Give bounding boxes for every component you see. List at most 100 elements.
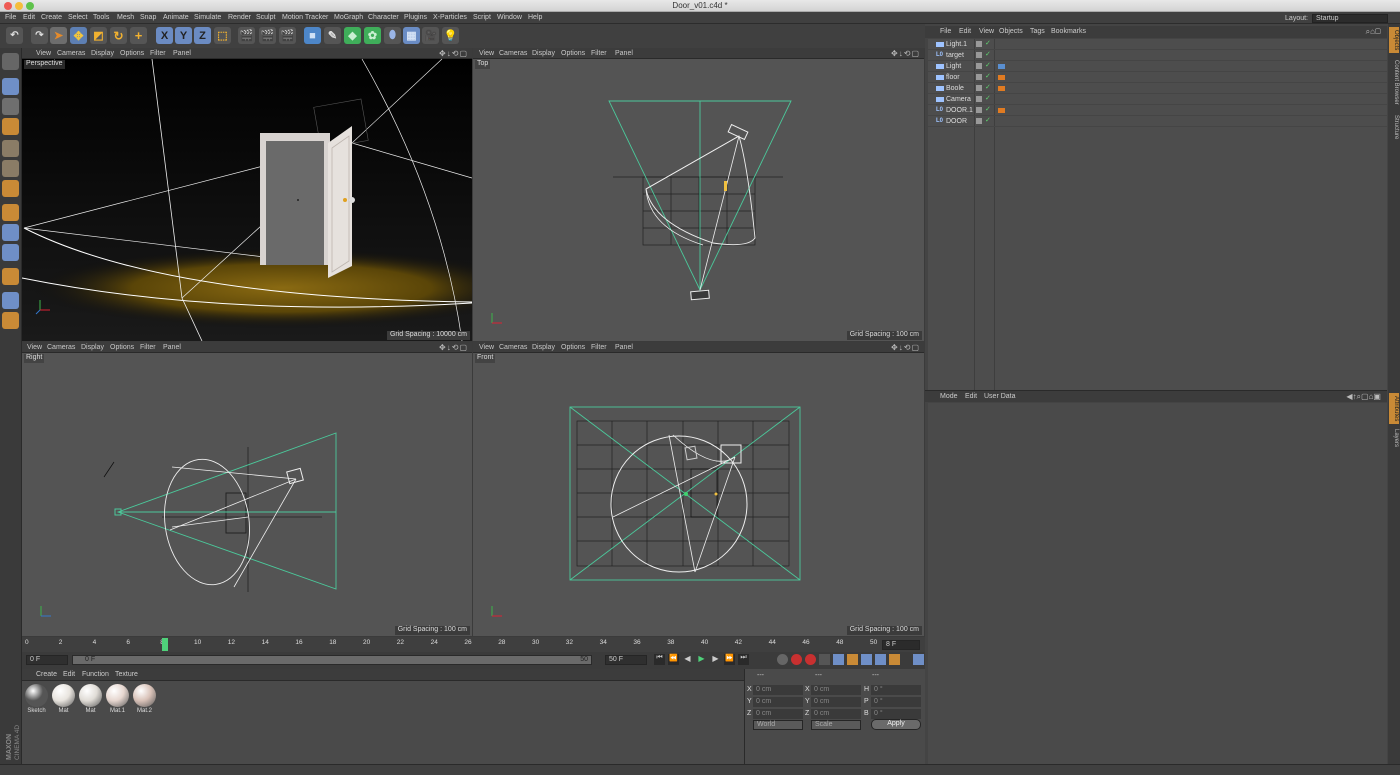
- coord-rotation-field[interactable]: 0 °: [871, 685, 921, 695]
- enable-check-icon[interactable]: ✓: [985, 61, 991, 69]
- mat-menu-edit[interactable]: Edit: [63, 671, 75, 678]
- menu-tools[interactable]: Tools: [93, 14, 109, 21]
- menu-window[interactable]: Window: [497, 14, 522, 21]
- coord-position-field[interactable]: 0 cm: [753, 685, 803, 695]
- menu-plugins[interactable]: Plugins: [404, 14, 427, 21]
- tab-structure[interactable]: Structure: [1389, 112, 1399, 142]
- undo-icon[interactable]: ↶: [6, 27, 23, 44]
- menu-sculpt[interactable]: Sculpt: [256, 14, 275, 21]
- make-editable-icon[interactable]: [2, 53, 19, 70]
- menu-simulate[interactable]: Simulate: [194, 14, 221, 21]
- object-row[interactable]: Camera ✓: [928, 94, 1387, 105]
- render-settings-icon[interactable]: 🎬: [279, 27, 296, 44]
- start-frame-field[interactable]: 0 F: [26, 655, 68, 665]
- menu-snap[interactable]: Snap: [140, 14, 156, 21]
- attr-menu-user-data[interactable]: User Data: [984, 393, 1016, 400]
- enable-check-icon[interactable]: ✓: [985, 105, 991, 113]
- right-viewport[interactable]: View Cameras Display Options Filter Pane…: [22, 342, 472, 636]
- enable-check-icon[interactable]: ✓: [985, 72, 991, 80]
- obj-menu-tags[interactable]: Tags: [1030, 28, 1045, 35]
- coord-rotation-field[interactable]: 0 °: [871, 697, 921, 707]
- obj-menu-view[interactable]: View: [979, 28, 994, 35]
- magnet-icon[interactable]: [2, 268, 19, 285]
- enable-check-icon[interactable]: ✓: [985, 116, 991, 124]
- go-to-start-icon[interactable]: ⏮: [654, 654, 665, 665]
- camera-object-icon[interactable]: 🎥: [422, 27, 439, 44]
- object-name[interactable]: DOOR.1: [946, 107, 973, 114]
- menu-create[interactable]: Create: [41, 14, 62, 21]
- object-row[interactable]: L0 DOOR ✓: [928, 116, 1387, 127]
- menu-help[interactable]: Help: [528, 14, 542, 21]
- play-icon[interactable]: ▶: [696, 654, 707, 665]
- texture-mode-icon[interactable]: [2, 98, 19, 115]
- move-tool-icon[interactable]: ✥: [70, 27, 87, 44]
- coord-size-field[interactable]: 0 cm: [811, 697, 861, 707]
- z-axis-lock-button[interactable]: Z: [194, 27, 211, 44]
- menu-mesh[interactable]: Mesh: [117, 14, 134, 21]
- key-rotation-icon[interactable]: [861, 654, 872, 665]
- object-tag-icon[interactable]: [998, 108, 1005, 113]
- enable-check-icon[interactable]: ✓: [985, 50, 991, 58]
- visibility-toggle-icon[interactable]: [976, 41, 982, 47]
- go-to-end-icon[interactable]: ⏭: [738, 654, 749, 665]
- timeline-ruler[interactable]: 0246810121416182022242628303234363840424…: [22, 637, 925, 652]
- previous-key-icon[interactable]: ◀: [682, 654, 693, 665]
- object-row[interactable]: Boole ✓: [928, 83, 1387, 94]
- visibility-toggle-icon[interactable]: [976, 63, 982, 69]
- menu-script[interactable]: Script: [473, 14, 491, 21]
- coord-size-field[interactable]: 0 cm: [811, 709, 861, 719]
- key-position-icon[interactable]: [833, 654, 844, 665]
- select-cursor-icon[interactable]: ➤: [50, 27, 67, 44]
- render-view-icon[interactable]: 🎬: [238, 27, 255, 44]
- menu-file[interactable]: File: [5, 14, 16, 21]
- object-name[interactable]: Light: [946, 63, 961, 70]
- light-object-icon[interactable]: 💡: [442, 27, 459, 44]
- world-dropdown[interactable]: World: [753, 720, 803, 730]
- menu-mograph[interactable]: MoGraph: [334, 14, 363, 21]
- cube-primitive-icon[interactable]: ■: [304, 27, 321, 44]
- keyframe-selection-icon[interactable]: [819, 654, 830, 665]
- workplane-icon[interactable]: [2, 292, 19, 309]
- menu-render[interactable]: Render: [228, 14, 251, 21]
- object-row[interactable]: Light.1 ✓: [928, 39, 1387, 50]
- axis-mode-icon[interactable]: [2, 204, 19, 221]
- visibility-toggle-icon[interactable]: [976, 107, 982, 113]
- subdivision-icon[interactable]: ◆: [344, 27, 361, 44]
- coord-rotation-field[interactable]: 0 °: [871, 709, 921, 719]
- object-name[interactable]: DOOR: [946, 118, 967, 125]
- menu-select[interactable]: Select: [68, 14, 87, 21]
- object-row[interactable]: L0 target ✓: [928, 50, 1387, 61]
- object-row[interactable]: Light ✓: [928, 61, 1387, 72]
- redo-icon[interactable]: ↷: [31, 27, 48, 44]
- key-pla-icon[interactable]: [889, 654, 900, 665]
- top-viewport[interactable]: View Cameras Display Options Filter Pane…: [473, 48, 924, 341]
- attr-menu-mode[interactable]: Mode: [940, 393, 958, 400]
- tweak-mode-icon[interactable]: [2, 224, 19, 241]
- motion-record-icon[interactable]: [777, 654, 788, 665]
- visibility-toggle-icon[interactable]: [976, 74, 982, 80]
- key-parameter-icon[interactable]: [875, 654, 886, 665]
- object-tag-icon[interactable]: [998, 64, 1005, 69]
- render-picture-viewer-icon[interactable]: 🎬: [259, 27, 276, 44]
- material-swatch[interactable]: Mat: [51, 684, 76, 717]
- object-row[interactable]: L0 DOOR.1 ✓: [928, 105, 1387, 116]
- material-swatch[interactable]: Mat: [78, 684, 103, 717]
- mat-menu-texture[interactable]: Texture: [115, 671, 138, 678]
- object-name[interactable]: Light.1: [946, 41, 967, 48]
- coord-position-field[interactable]: 0 cm: [753, 709, 803, 719]
- menu-x-particles[interactable]: X-Particles: [433, 14, 467, 21]
- end-frame-field[interactable]: 50 F: [605, 655, 647, 665]
- enable-check-icon[interactable]: ✓: [985, 94, 991, 102]
- obj-search-icons[interactable]: ⌕⌂▢: [1366, 27, 1381, 37]
- key-scale-icon[interactable]: [847, 654, 858, 665]
- coord-position-field[interactable]: 0 cm: [753, 697, 803, 707]
- enable-check-icon[interactable]: ✓: [985, 39, 991, 47]
- visibility-toggle-icon[interactable]: [976, 118, 982, 124]
- object-tag-icon[interactable]: [998, 86, 1005, 91]
- tab-objects[interactable]: Objects: [1389, 27, 1399, 53]
- object-name[interactable]: Boole: [946, 85, 964, 92]
- timeline-playhead[interactable]: [162, 638, 168, 651]
- menu-motion-tracker[interactable]: Motion Tracker: [282, 14, 328, 21]
- deformer-icon[interactable]: ⬮: [384, 27, 401, 44]
- perspective-viewport[interactable]: View Cameras Display Options Filter Pane…: [22, 48, 472, 341]
